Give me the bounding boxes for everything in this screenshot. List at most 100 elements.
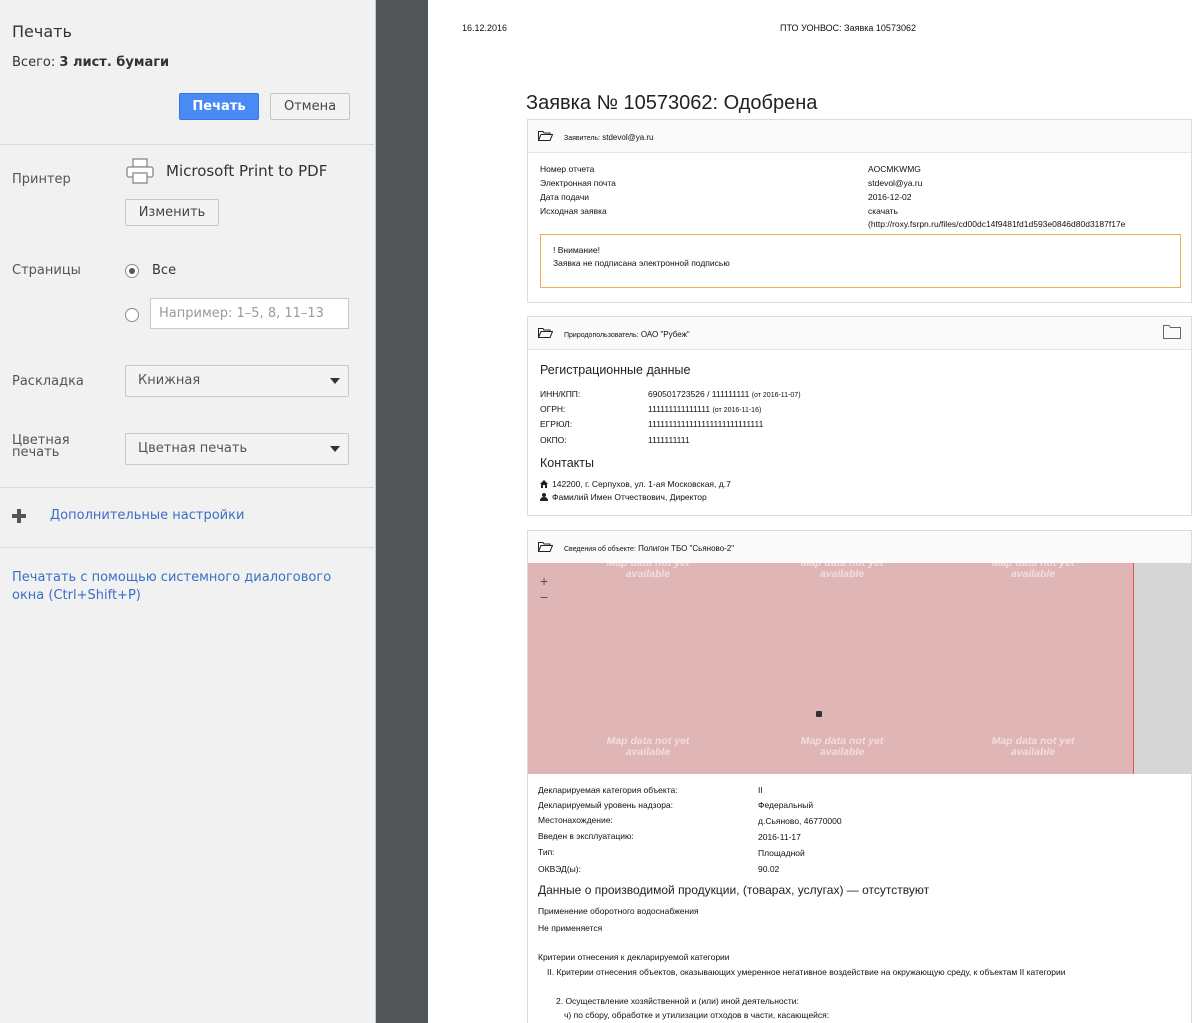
card-header: Заявитель: stdevol@ya.ru: [528, 120, 1191, 153]
field-label: ИНН/КПП:: [540, 389, 581, 399]
pages-all-radio[interactable]: [125, 264, 139, 278]
criteria-item: II. Критерии отнесения объектов, оказыва…: [547, 967, 1066, 977]
folder-open-icon: [538, 131, 553, 141]
source-url[interactable]: (http://roxy.fsrpn.ru/files/cd00dc14f948…: [868, 219, 1191, 229]
header-date: 16.12.2016: [462, 23, 508, 33]
printer-label: Принтер: [12, 172, 71, 187]
user-card: Природопользователь: ОАО "Рубеж" Регистр…: [527, 316, 1192, 516]
pages-custom-radio[interactable]: [125, 308, 139, 322]
color-label: Цветная печать: [12, 433, 70, 460]
divider: [0, 144, 376, 145]
folder-icon[interactable]: [1163, 325, 1181, 339]
field-value: 1111111111: [648, 435, 690, 445]
object-card: Сведения об объекте: Полигон ТБО "Сьянов…: [527, 530, 1192, 1023]
header-title: ПТО УОНВОС: Заявка 10573062: [780, 23, 916, 33]
contacts-heading: Контакты: [540, 456, 594, 470]
field-value: 1111111111111111111111111111: [648, 419, 764, 429]
field-label: ЕГРЮЛ:: [540, 419, 573, 429]
printer-icon: [126, 158, 154, 184]
object-prefix: Сведения об объекте:: [564, 546, 636, 553]
applicant-header: Заявитель: stdevol@ya.ru: [564, 133, 654, 142]
layout-label: Раскладка: [12, 374, 84, 389]
criteria-heading: Критерии отнесения к декларируемой катег…: [538, 952, 730, 962]
sheet-total-value: 3 лист. бумаги: [59, 55, 170, 70]
warning-box: ! Внимание! Заявка не подписана электрон…: [540, 234, 1181, 288]
map-watermark: Map data not yet available: [991, 735, 1075, 758]
map-watermark: Map data not yet available: [991, 557, 1075, 580]
applicant-value: stdevol@ya.ru: [602, 133, 654, 142]
object-value: Полигон ТБО "Сьяново-2": [638, 544, 735, 553]
map-marker-icon[interactable]: [816, 711, 822, 717]
print-button[interactable]: Печать: [179, 93, 259, 120]
home-icon: [540, 480, 548, 488]
criteria-item: 2. Осуществление хозяйственной и (или) и…: [556, 996, 799, 1006]
print-settings-panel: Печать Всего: 3 лист. бумаги Печать Отме…: [0, 0, 376, 1023]
divider: [0, 487, 376, 488]
field-value: д.Сьяново, 46770000: [758, 816, 842, 826]
system-dialog-link[interactable]: Печатать с помощью системного диалоговог…: [12, 569, 352, 605]
field-label: Местонахождение:: [538, 815, 613, 825]
user-header: Природопользователь: ОАО "Рубеж": [564, 330, 690, 339]
applicant-prefix: Заявитель:: [564, 135, 601, 142]
download-link[interactable]: скачать: [868, 206, 898, 216]
sheet-total: Всего: 3 лист. бумаги: [12, 55, 169, 70]
field-label: Дата подачи: [540, 192, 590, 202]
preview-gutter: [376, 0, 428, 1023]
field-label: Номер отчета: [540, 164, 595, 174]
map-watermark: Map data not yet available: [606, 557, 690, 580]
field-value: Площадной: [758, 848, 805, 858]
pages-all-label: Все: [152, 263, 177, 278]
color-select-value: Цветная печать: [138, 441, 248, 456]
water-value: Не применяется: [538, 923, 603, 933]
user-icon: [540, 493, 548, 501]
field-value: 2016-12-02: [868, 192, 912, 202]
layout-select[interactable]: Книжная: [125, 365, 349, 397]
card-header: Природопользователь: ОАО "Рубеж": [528, 317, 1191, 350]
field-label: ОГРН:: [540, 404, 566, 414]
pages-label: Страницы: [12, 263, 81, 278]
zoom-in-button[interactable]: +: [540, 573, 548, 589]
field-label: Электронная почта: [540, 178, 616, 188]
water-label: Применение оборотного водоснабжения: [538, 906, 699, 916]
chevron-down-icon: [330, 378, 340, 384]
field-label: Введен в эксплуатацию:: [538, 831, 634, 841]
warning-title: ! Внимание!: [553, 245, 600, 255]
print-title: Печать: [12, 22, 72, 41]
zoom-out-button[interactable]: −: [540, 589, 548, 605]
user-prefix: Природопользователь:: [564, 332, 639, 339]
user-value: ОАО "Рубеж": [640, 330, 690, 339]
pages-range-input[interactable]: [150, 298, 349, 329]
divider: [0, 547, 376, 548]
map-tile-placeholder: [1134, 563, 1192, 774]
field-label: Тип:: [538, 847, 555, 857]
field-label: Исходная заявка: [540, 206, 607, 216]
field-label: Декларируемая категория объекта:: [538, 785, 678, 795]
field-label: ОКВЭД(ы):: [538, 864, 581, 874]
field-value: 690501723526 / 111111111 (от 2016-11-07): [648, 389, 801, 399]
more-settings-link[interactable]: Дополнительные настройки: [50, 508, 244, 523]
color-select[interactable]: Цветная печать: [125, 433, 349, 465]
map-watermark: Map data not yet available: [800, 735, 884, 758]
registration-heading: Регистрационные данные: [540, 363, 691, 377]
criteria-item: ч) по сбору, обработке и утилизации отхо…: [564, 1010, 830, 1020]
field-value: stdevol@ya.ru: [868, 178, 923, 188]
map-watermark: Map data not yet available: [800, 557, 884, 580]
cancel-button[interactable]: Отмена: [270, 93, 350, 120]
warning-text: Заявка не подписана электронной подписью: [553, 258, 730, 268]
change-printer-button[interactable]: Изменить: [125, 199, 219, 226]
sheet-total-prefix: Всего:: [12, 55, 56, 70]
contact-person: Фамилий Имен Отчествович, Директор: [552, 492, 707, 502]
chevron-down-icon: [330, 446, 340, 452]
field-value: Федеральный: [758, 800, 814, 810]
document-title: Заявка № 10573062: Одобрена: [526, 92, 818, 114]
folder-open-icon: [538, 328, 553, 338]
field-value: AOCMKWMG: [868, 164, 921, 174]
print-preview-page[interactable]: 16.12.2016 ПТО УОНВОС: Заявка 10573062 З…: [428, 0, 1194, 1023]
object-header: Сведения об объекте: Полигон ТБО "Сьянов…: [564, 544, 734, 553]
layout-select-value: Книжная: [138, 373, 201, 388]
field-label: ОКПО:: [540, 435, 567, 445]
plus-icon[interactable]: [12, 509, 26, 523]
field-label: Декларируемый уровень надзора:: [538, 800, 674, 810]
field-value: 2016-11-17: [758, 832, 801, 842]
map-view[interactable]: Map data not yet available Map data not …: [528, 558, 1134, 774]
